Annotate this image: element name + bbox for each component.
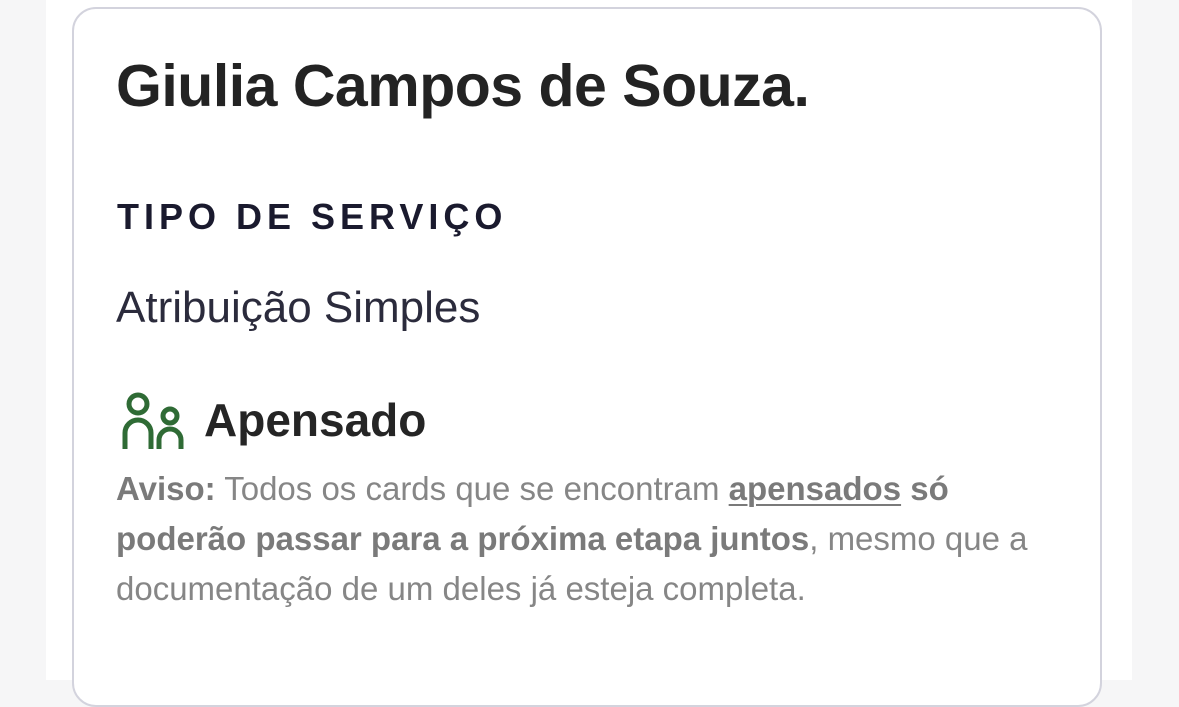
client-name-title: Giulia Campos de Souza.: [116, 53, 810, 119]
people-icon: [122, 392, 184, 449]
warning-text-part: Todos os cards que se encontram: [215, 470, 729, 507]
apensados-link[interactable]: apensados: [729, 470, 901, 507]
service-type-value: Atribuição Simples: [116, 283, 481, 332]
warning-text-space: [901, 470, 910, 507]
service-type-label: TIPO DE SERVIÇO: [117, 196, 508, 237]
warning-prefix: Aviso:: [116, 470, 216, 507]
apensado-label: Apensado: [204, 394, 427, 446]
apensado-row: Apensado: [120, 390, 426, 450]
warning-text: Aviso: Todos os cards que se encontram a…: [116, 464, 1066, 614]
